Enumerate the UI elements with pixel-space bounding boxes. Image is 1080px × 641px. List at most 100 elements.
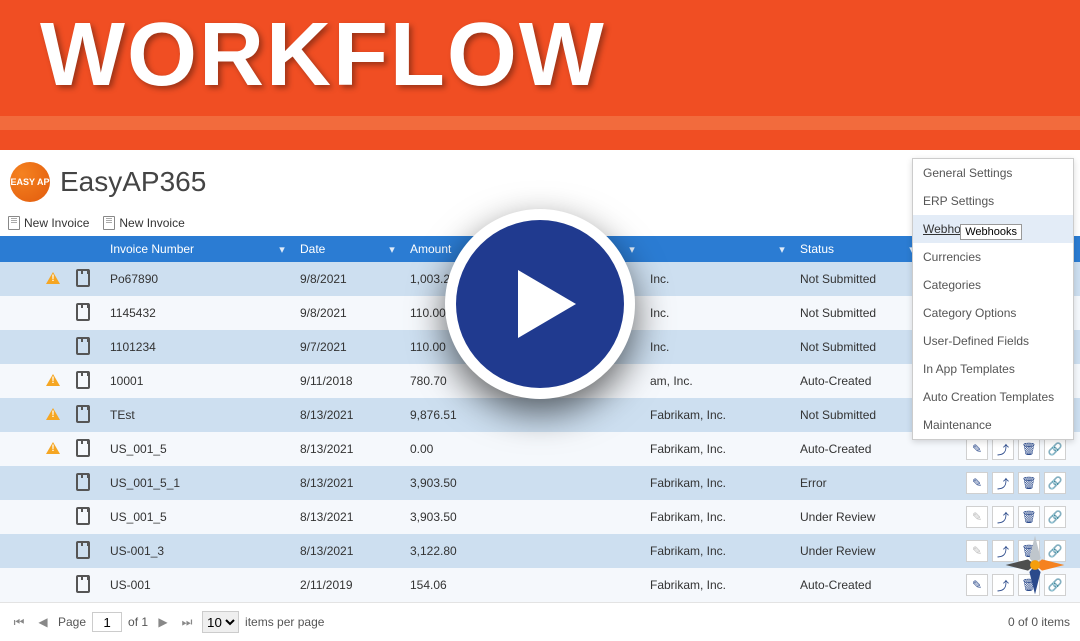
settings-item-category-options[interactable]: Category Options — [913, 299, 1073, 327]
pager-page-size-select[interactable]: 10 — [202, 611, 239, 633]
clipboard-icon[interactable] — [76, 507, 90, 525]
cell-amount: 3,903.50 — [404, 510, 644, 524]
edit-icon: ✎ — [966, 540, 988, 562]
cell-status: Not Submitted — [794, 306, 924, 320]
cell-amount: 3,122.80 — [404, 544, 644, 558]
clipboard-icon[interactable] — [76, 269, 90, 287]
cell-invoice-number: US_001_5_1 — [104, 476, 294, 490]
warning-icon — [46, 272, 60, 284]
cell-amount: 9,876.51 — [404, 408, 644, 422]
cell-date: 9/8/2021 — [294, 306, 404, 320]
new-invoice-label: New Invoice — [24, 216, 89, 230]
cell-vendor: Fabrikam, Inc. — [644, 408, 794, 422]
cell-status: Not Submitted — [794, 408, 924, 422]
warning-icon — [46, 374, 60, 386]
settings-item-maintenance[interactable]: Maintenance — [913, 411, 1073, 439]
pager-items-count: 0 of 0 items — [1008, 615, 1070, 629]
table-row[interactable]: US_001_58/13/20213,903.50Fabrikam, Inc.U… — [0, 500, 1080, 534]
edit-icon[interactable]: ✎ — [966, 438, 988, 460]
pager-first-icon[interactable]: ⏮ — [10, 613, 28, 631]
filter-icon[interactable]: ▾ — [276, 243, 288, 256]
new-invoice-button[interactable]: New Invoice — [8, 216, 89, 230]
cell-date: 9/7/2021 — [294, 340, 404, 354]
delete-icon[interactable]: 🗑 — [1018, 438, 1040, 460]
document-icon — [8, 216, 20, 230]
col-checkbox — [0, 236, 40, 262]
cell-date: 9/8/2021 — [294, 272, 404, 286]
warning-icon — [46, 442, 60, 454]
clipboard-icon[interactable] — [76, 541, 90, 559]
settings-item-erp-settings[interactable]: ERP Settings — [913, 187, 1073, 215]
settings-item-currencies[interactable]: Currencies — [913, 243, 1073, 271]
cell-amount: 0.00 — [404, 442, 644, 456]
col-invoice-number[interactable]: Invoice Number▾ — [104, 236, 294, 262]
cell-vendor: Inc. — [644, 340, 794, 354]
pager-next-icon[interactable]: ▶ — [154, 613, 172, 631]
play-button[interactable] — [445, 209, 635, 399]
col-status[interactable]: Status▾ — [794, 236, 924, 262]
settings-item-auto-creation-templates[interactable]: Auto Creation Templates — [913, 383, 1073, 411]
pager-page-input[interactable] — [92, 612, 122, 632]
col-date[interactable]: Date▾ — [294, 236, 404, 262]
cell-invoice-number: US-001 — [104, 578, 294, 592]
table-row[interactable]: US_001_5_18/13/20213,903.50Fabrikam, Inc… — [0, 466, 1080, 500]
filter-icon[interactable]: ▾ — [776, 243, 788, 256]
play-icon — [518, 270, 576, 338]
clipboard-icon[interactable] — [76, 439, 90, 457]
col-vendor[interactable]: ▾ — [644, 236, 794, 262]
cell-invoice-number: 10001 — [104, 374, 294, 388]
settings-item-categories[interactable]: Categories — [913, 271, 1073, 299]
delete-icon[interactable]: 🗑 — [1018, 506, 1040, 528]
edit-icon: ✎ — [966, 506, 988, 528]
cell-date: 9/11/2018 — [294, 374, 404, 388]
table-row[interactable]: US-001_38/13/20213,122.80Fabrikam, Inc.U… — [0, 534, 1080, 568]
cell-vendor: Fabrikam, Inc. — [644, 510, 794, 524]
cell-vendor: Fabrikam, Inc. — [644, 442, 794, 456]
cell-invoice-number: TEst — [104, 408, 294, 422]
link-icon[interactable]: 🔗 — [1044, 506, 1066, 528]
clipboard-icon[interactable] — [76, 337, 90, 355]
edit-icon[interactable]: ✎ — [966, 574, 988, 596]
cell-status: Error — [794, 476, 924, 490]
filter-icon[interactable]: ▾ — [386, 243, 398, 256]
upload-icon[interactable]: ⤴ — [992, 472, 1014, 494]
clipboard-icon[interactable] — [76, 405, 90, 423]
settings-item-user-defined-fields[interactable]: User-Defined Fields — [913, 327, 1073, 355]
cell-vendor: Fabrikam, Inc. — [644, 544, 794, 558]
cell-invoice-number: US-001_3 — [104, 544, 294, 558]
edit-icon[interactable]: ✎ — [966, 472, 988, 494]
table-row[interactable]: US-0012/11/2019154.06Fabrikam, Inc.Auto-… — [0, 568, 1080, 602]
upload-icon[interactable]: ⤴ — [992, 506, 1014, 528]
pager-last-icon[interactable]: ⏭ — [178, 613, 196, 631]
link-icon[interactable]: 🔗 — [1044, 438, 1066, 460]
banner-accent-bar — [0, 116, 1080, 130]
delete-icon[interactable]: 🗑 — [1018, 472, 1040, 494]
cell-date: 8/13/2021 — [294, 442, 404, 456]
cell-invoice-number: US_001_5 — [104, 442, 294, 456]
col-attachment — [70, 236, 104, 262]
clipboard-icon[interactable] — [76, 575, 90, 593]
cell-status: Not Submitted — [794, 340, 924, 354]
cell-status: Not Submitted — [794, 272, 924, 286]
settings-item-general-settings[interactable]: General Settings — [913, 159, 1073, 187]
cell-date: 8/13/2021 — [294, 408, 404, 422]
upload-icon[interactable]: ⤴ — [992, 438, 1014, 460]
link-icon[interactable]: 🔗 — [1044, 472, 1066, 494]
cell-status: Under Review — [794, 544, 924, 558]
cell-status: Auto-Created — [794, 374, 924, 388]
cell-vendor: Fabrikam, Inc. — [644, 476, 794, 490]
cell-date: 8/13/2021 — [294, 510, 404, 524]
filter-icon[interactable]: ▾ — [626, 243, 638, 256]
clipboard-icon[interactable] — [76, 303, 90, 321]
cell-status: Auto-Created — [794, 578, 924, 592]
clipboard-icon[interactable] — [76, 371, 90, 389]
cell-invoice-number: 1145432 — [104, 306, 294, 320]
new-invoice-button-2[interactable]: New Invoice — [103, 216, 184, 230]
pager-prev-icon[interactable]: ◀ — [34, 613, 52, 631]
settings-item-in-app-templates[interactable]: In App Templates — [913, 355, 1073, 383]
cell-vendor: Inc. — [644, 306, 794, 320]
clipboard-icon[interactable] — [76, 473, 90, 491]
cell-status: Auto-Created — [794, 442, 924, 456]
cell-date: 8/13/2021 — [294, 544, 404, 558]
col-warning — [40, 236, 70, 262]
